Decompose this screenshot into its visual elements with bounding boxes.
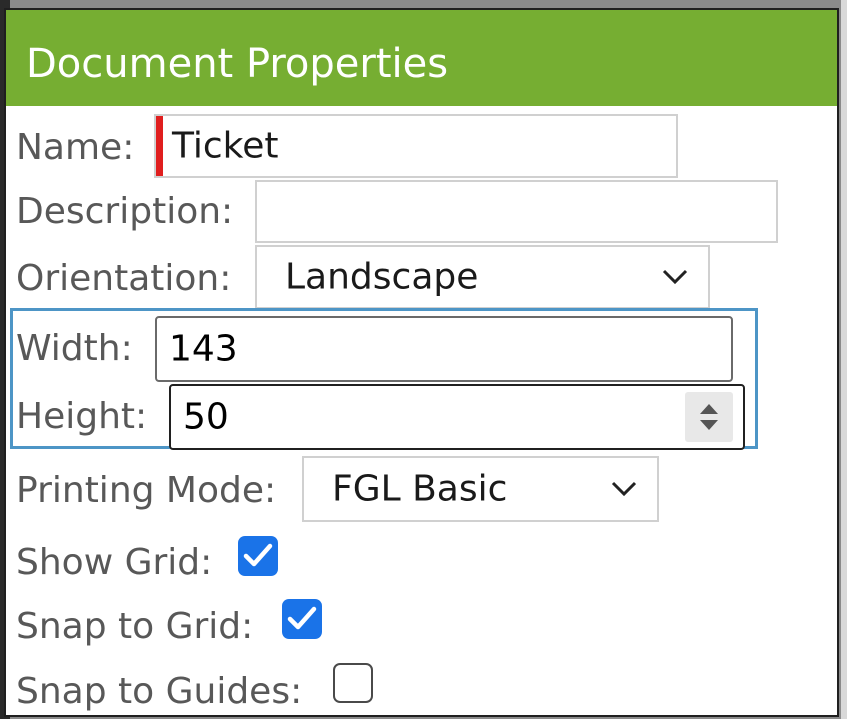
document-properties-dialog: Document Properties Name: Ticket Descrip…: [4, 8, 839, 717]
name-label: Name:: [16, 127, 135, 168]
spinner-arrows-icon: [700, 404, 718, 430]
height-spinner[interactable]: [685, 392, 733, 442]
show-grid-checkbox[interactable]: [238, 536, 278, 576]
required-indicator: [156, 116, 163, 176]
width-label: Width:: [16, 328, 133, 369]
orientation-select[interactable]: Landscape: [255, 245, 710, 309]
snap-to-guides-checkbox[interactable]: [333, 663, 373, 703]
printing-mode-select-value: FGL Basic: [332, 468, 508, 510]
snap-to-grid-checkbox[interactable]: [282, 599, 322, 639]
name-input-value: Ticket: [172, 125, 279, 167]
height-label: Height:: [16, 396, 148, 437]
orientation-select-value: Landscape: [285, 256, 479, 298]
printing-mode-label: Printing Mode:: [16, 470, 277, 511]
checkmark-icon: [287, 606, 317, 630]
background-right: [841, 0, 847, 719]
height-input-value: 50: [183, 396, 229, 438]
chevron-down-icon: [611, 481, 637, 497]
dialog-header: Document Properties: [6, 10, 837, 106]
width-input-value: 143: [169, 328, 238, 370]
chevron-down-icon: [662, 269, 688, 285]
description-label: Description:: [16, 191, 234, 232]
snap-to-grid-label: Snap to Grid:: [16, 606, 254, 647]
snap-to-guides-label: Snap to Guides:: [16, 671, 303, 712]
name-input[interactable]: Ticket: [154, 114, 678, 178]
printing-mode-select[interactable]: FGL Basic: [302, 456, 659, 522]
description-input[interactable]: [255, 180, 778, 243]
show-grid-label: Show Grid:: [16, 542, 213, 583]
dialog-title: Document Properties: [26, 41, 449, 87]
checkmark-icon: [243, 543, 273, 567]
width-input[interactable]: 143: [155, 316, 733, 382]
orientation-label: Orientation:: [16, 258, 232, 299]
height-input[interactable]: 50: [169, 384, 745, 450]
